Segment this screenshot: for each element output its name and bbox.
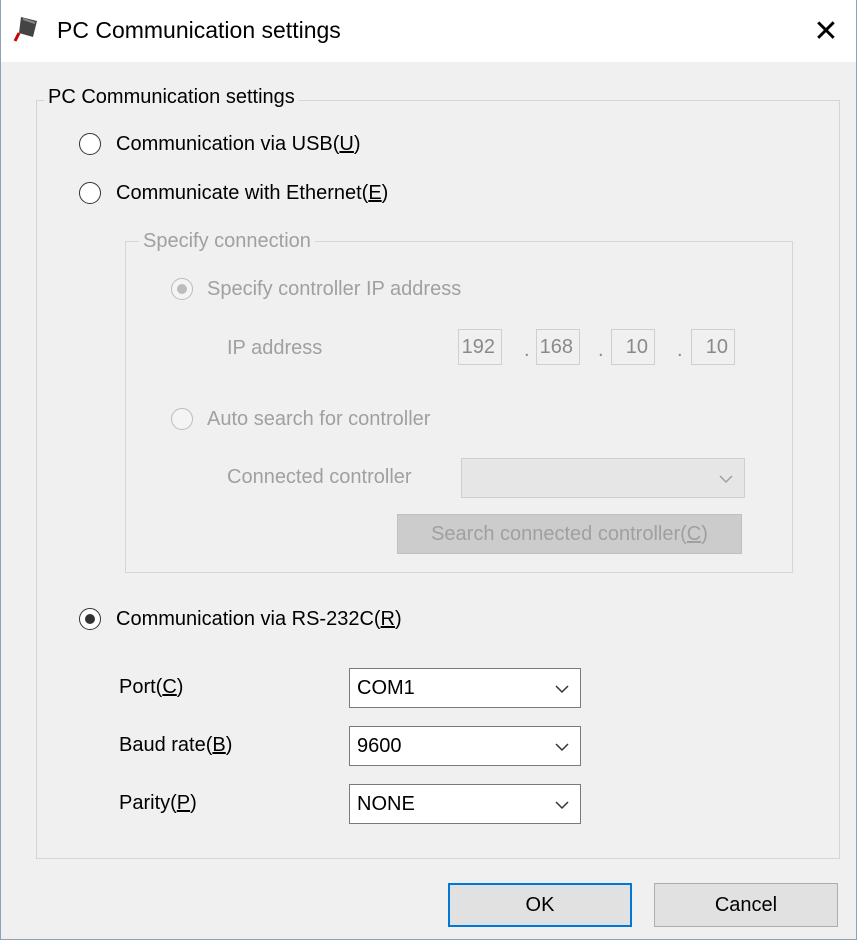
close-icon[interactable]: ✕ <box>796 0 856 62</box>
chevron-down-icon <box>555 801 569 810</box>
ethernet-radio[interactable] <box>79 182 101 204</box>
parity-value: NONE <box>357 793 415 815</box>
plug-icon <box>13 17 37 42</box>
parity-label: Parity(P) <box>119 792 197 814</box>
parity-select[interactable]: NONE <box>349 784 581 824</box>
chevron-down-icon <box>719 475 733 484</box>
rs232-label[interactable]: Communication via RS-232C(R) <box>116 608 402 631</box>
chevron-down-icon <box>555 743 569 752</box>
usb-radio[interactable] <box>79 133 101 155</box>
baud-rate-value: 9600 <box>357 735 402 757</box>
usb-label[interactable]: Communication via USB(U) <box>116 133 361 156</box>
window-title: PC Communication settings <box>57 17 341 43</box>
ip-separator: . <box>677 339 683 361</box>
ip-separator: . <box>598 339 604 361</box>
auto-search-label[interactable]: Auto search for controller <box>207 408 430 431</box>
ok-button[interactable]: OK <box>448 883 632 927</box>
ip-octet-3[interactable]: 10 <box>611 329 655 365</box>
baud-rate-select[interactable]: 9600 <box>349 726 581 766</box>
port-value: COM1 <box>357 677 415 699</box>
port-select[interactable]: COM1 <box>349 668 581 708</box>
port-label: Port(C) <box>119 676 184 698</box>
baud-rate-label: Baud rate(B) <box>119 734 233 756</box>
chevron-down-icon <box>555 685 569 694</box>
specify-ip-radio[interactable] <box>171 278 193 300</box>
search-controller-button[interactable]: Search connected controller(C) <box>397 514 742 554</box>
ip-address-label: IP address <box>227 337 323 359</box>
specify-connection-title: Specify connection <box>139 230 315 253</box>
ip-octet-2[interactable]: 168 <box>536 329 580 365</box>
ethernet-label[interactable]: Communicate with Ethernet(E) <box>116 182 388 205</box>
auto-search-radio[interactable] <box>171 408 193 430</box>
dialog-window: PC Communication settings ✕ PC Communica… <box>0 0 857 940</box>
rs232-radio[interactable] <box>79 608 101 630</box>
ip-separator: . <box>524 339 530 361</box>
ip-octet-1[interactable]: 192 <box>458 329 502 365</box>
ip-octet-4[interactable]: 10 <box>691 329 735 365</box>
group-title: PC Communication settings <box>44 86 299 109</box>
specify-ip-label[interactable]: Specify controller IP address <box>207 278 461 301</box>
connected-controller-label: Connected controller <box>227 466 412 488</box>
connected-controller-select[interactable] <box>461 458 745 498</box>
cancel-button[interactable]: Cancel <box>654 883 838 927</box>
title-bar[interactable]: PC Communication settings ✕ <box>1 0 856 62</box>
